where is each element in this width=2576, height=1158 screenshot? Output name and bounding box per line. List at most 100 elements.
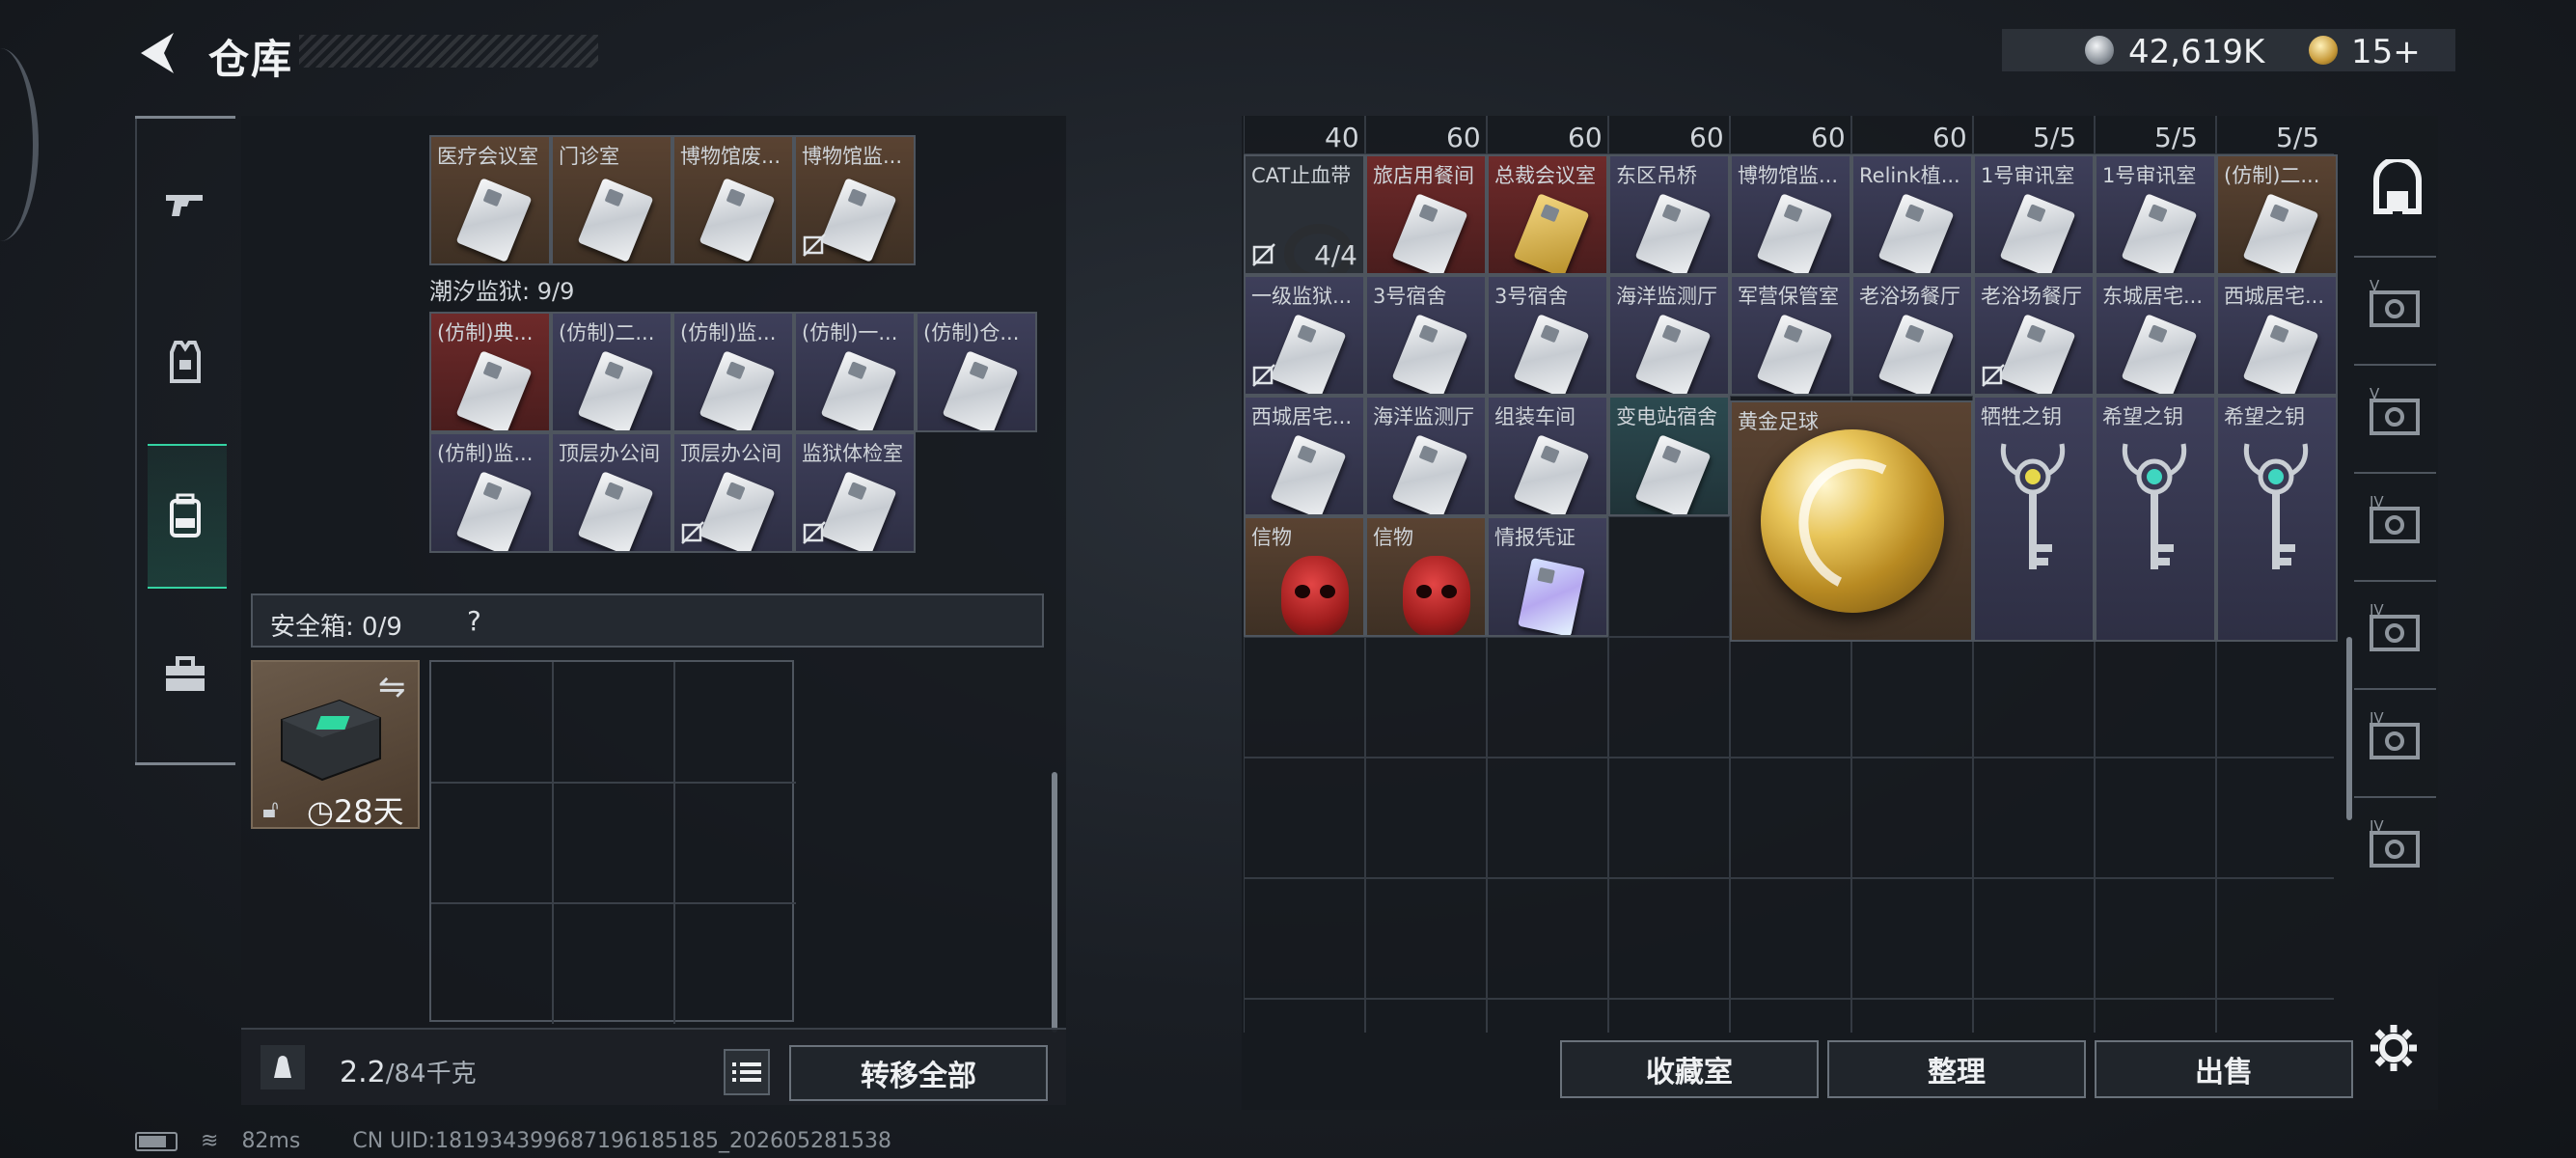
stash-item[interactable]: 组装车间 (1487, 396, 1608, 516)
page-title: 仓库 (208, 36, 294, 83)
clock-icon: ◷ (307, 793, 334, 830)
stash-item[interactable]: 博物馆废... (672, 135, 794, 265)
rail-divider (2354, 256, 2436, 258)
safe-box-grid[interactable] (429, 660, 796, 1024)
stash-item[interactable]: 信物 (1244, 516, 1365, 637)
settings-button[interactable] (2369, 1023, 2419, 1073)
tier-iv-container-icon[interactable]: IV (2366, 599, 2425, 659)
backpack-icon (170, 493, 201, 538)
keycard-icon (1391, 434, 1468, 514)
item-name: 组装车间 (1494, 405, 1576, 428)
stash-item[interactable]: (仿制)监... (672, 312, 794, 432)
stash-item[interactable]: CAT止血带 4/4 (1244, 154, 1365, 275)
tier-iv-container-icon[interactable]: IV (2366, 707, 2425, 767)
list-icon (732, 1062, 761, 1082)
stash-item[interactable]: 老浴场餐厅 (1973, 275, 2095, 396)
storage-home-button[interactable] (2369, 156, 2426, 217)
tier-label: IV (2370, 493, 2384, 510)
stash-item[interactable]: 老浴场餐厅 (1851, 275, 1973, 396)
title-stripe-decoration (299, 35, 598, 68)
safe-box-item[interactable]: ⇋ 🔓︎ ◷28天 (251, 660, 420, 830)
stash-item[interactable]: 牺牲之钥 (1973, 396, 2095, 642)
tier-v-container-icon[interactable]: V (2366, 383, 2425, 443)
keycard-icon (1999, 193, 2076, 273)
intel-card-icon (1517, 557, 1585, 635)
right-scrollbar[interactable] (2346, 637, 2352, 820)
nav-backpack[interactable] (145, 458, 226, 574)
stash-item[interactable]: 信物 (1365, 516, 1487, 637)
keycard-icon (1877, 314, 1955, 394)
stash-item[interactable]: 海洋监测厅 (1608, 275, 1730, 396)
stash-item[interactable]: 博物馆监... (1730, 154, 1851, 275)
stash-item[interactable]: 门诊室 (551, 135, 672, 265)
nav-case[interactable] (145, 618, 226, 733)
tier-label: IV (2370, 601, 2384, 619)
keycard-icon (699, 471, 776, 551)
tier-label: IV (2370, 817, 2384, 835)
stash-item[interactable]: 3号宿舍 (1365, 275, 1487, 396)
sell-button[interactable]: 出售 (2095, 1040, 2353, 1098)
list-view-button[interactable] (724, 1049, 770, 1095)
nav-weapons[interactable] (145, 145, 226, 261)
keycard-icon (1513, 314, 1590, 394)
left-scrollbar[interactable] (1052, 772, 1057, 1033)
stash-item[interactable]: 海洋监测厅 (1365, 396, 1487, 516)
item-name: 军营保管室 (1738, 285, 1839, 308)
tier-iv-container-icon[interactable]: IV (2366, 491, 2425, 551)
stash-item[interactable]: (仿制)典... (429, 312, 551, 432)
swap-icon[interactable]: ⇋ (378, 668, 406, 706)
stash-item[interactable]: 变电站宿舍 (1608, 396, 1730, 516)
stash-item[interactable]: 博物馆监... (794, 135, 916, 265)
help-icon[interactable]: ? (467, 605, 481, 637)
stash-item[interactable]: (仿制)一... (794, 312, 916, 432)
silver-amount: 42,619K (2128, 33, 2265, 71)
stash-item[interactable]: (仿制)二... (2216, 154, 2338, 275)
stash-item[interactable]: 一级监狱... (1244, 275, 1365, 396)
item-name: 顶层办公间 (680, 442, 781, 465)
stash-item[interactable]: 情报凭证 (1487, 516, 1608, 637)
stash-item[interactable]: (仿制)监... (429, 432, 551, 553)
stash-item[interactable]: 3号宿舍 (1487, 275, 1608, 396)
stash-item[interactable]: 医疗会议室 (429, 135, 551, 265)
stash-item[interactable]: 顶层办公间 (672, 432, 794, 553)
keycard-icon (1999, 314, 2076, 394)
gold-keycard-icon (1513, 193, 1590, 273)
stash-item[interactable]: 西城居宅... (1244, 396, 1365, 516)
tier-v-container-icon[interactable]: V (2366, 275, 2425, 335)
stash-item[interactable]: 东城居宅... (2095, 275, 2216, 396)
keycard-icon (699, 350, 776, 430)
stash-item[interactable]: 西城居宅... (2216, 275, 2338, 396)
no-edit-icon (1252, 243, 1275, 266)
nav-armor[interactable] (145, 304, 226, 420)
tier-iv-container-icon[interactable]: IV (2366, 815, 2425, 875)
golden-ball-icon (1761, 429, 1944, 613)
stash-item[interactable]: 1号审讯室 (1973, 154, 2095, 275)
item-name: 3号宿舍 (1373, 285, 1447, 308)
stash-item[interactable]: Relink植... (1851, 154, 1973, 275)
stash-item[interactable]: 军营保管室 (1730, 275, 1851, 396)
transfer-all-button[interactable]: 转移全部 (789, 1045, 1048, 1101)
lock-icon: 🔓︎ (262, 795, 279, 824)
collection-room-button[interactable]: 收藏室 (1560, 1040, 1819, 1098)
back-button[interactable] (135, 29, 183, 77)
gun-icon (166, 195, 203, 216)
keycard-icon (942, 350, 1019, 430)
item-name: 希望之钥 (2224, 405, 2305, 428)
stash-item[interactable]: (仿制)仓... (916, 312, 1037, 432)
stash-item[interactable]: 顶层办公间 (551, 432, 672, 553)
stash-item[interactable]: (仿制)二... (551, 312, 672, 432)
item-name: 牺牲之钥 (1981, 405, 2062, 428)
stash-item[interactable]: 东区吊桥 (1608, 154, 1730, 275)
stash-item[interactable]: 监狱体检室 (794, 432, 916, 553)
stash-item[interactable]: 旅店用餐间 (1365, 154, 1487, 275)
stash-item[interactable]: 希望之钥 (2216, 396, 2338, 642)
keycard-icon (1756, 193, 1833, 273)
stash-item[interactable]: 希望之钥 (2095, 396, 2216, 642)
stash-item[interactable]: 1号审讯室 (2095, 154, 2216, 275)
item-name: 3号宿舍 (1494, 285, 1569, 308)
sort-button[interactable]: 整理 (1827, 1040, 2086, 1098)
item-name: 西城居宅... (2224, 285, 2325, 308)
item-name: 东区吊桥 (1616, 164, 1697, 187)
tier-label: V (2370, 385, 2380, 402)
stash-item[interactable]: 总裁会议室 (1487, 154, 1608, 275)
